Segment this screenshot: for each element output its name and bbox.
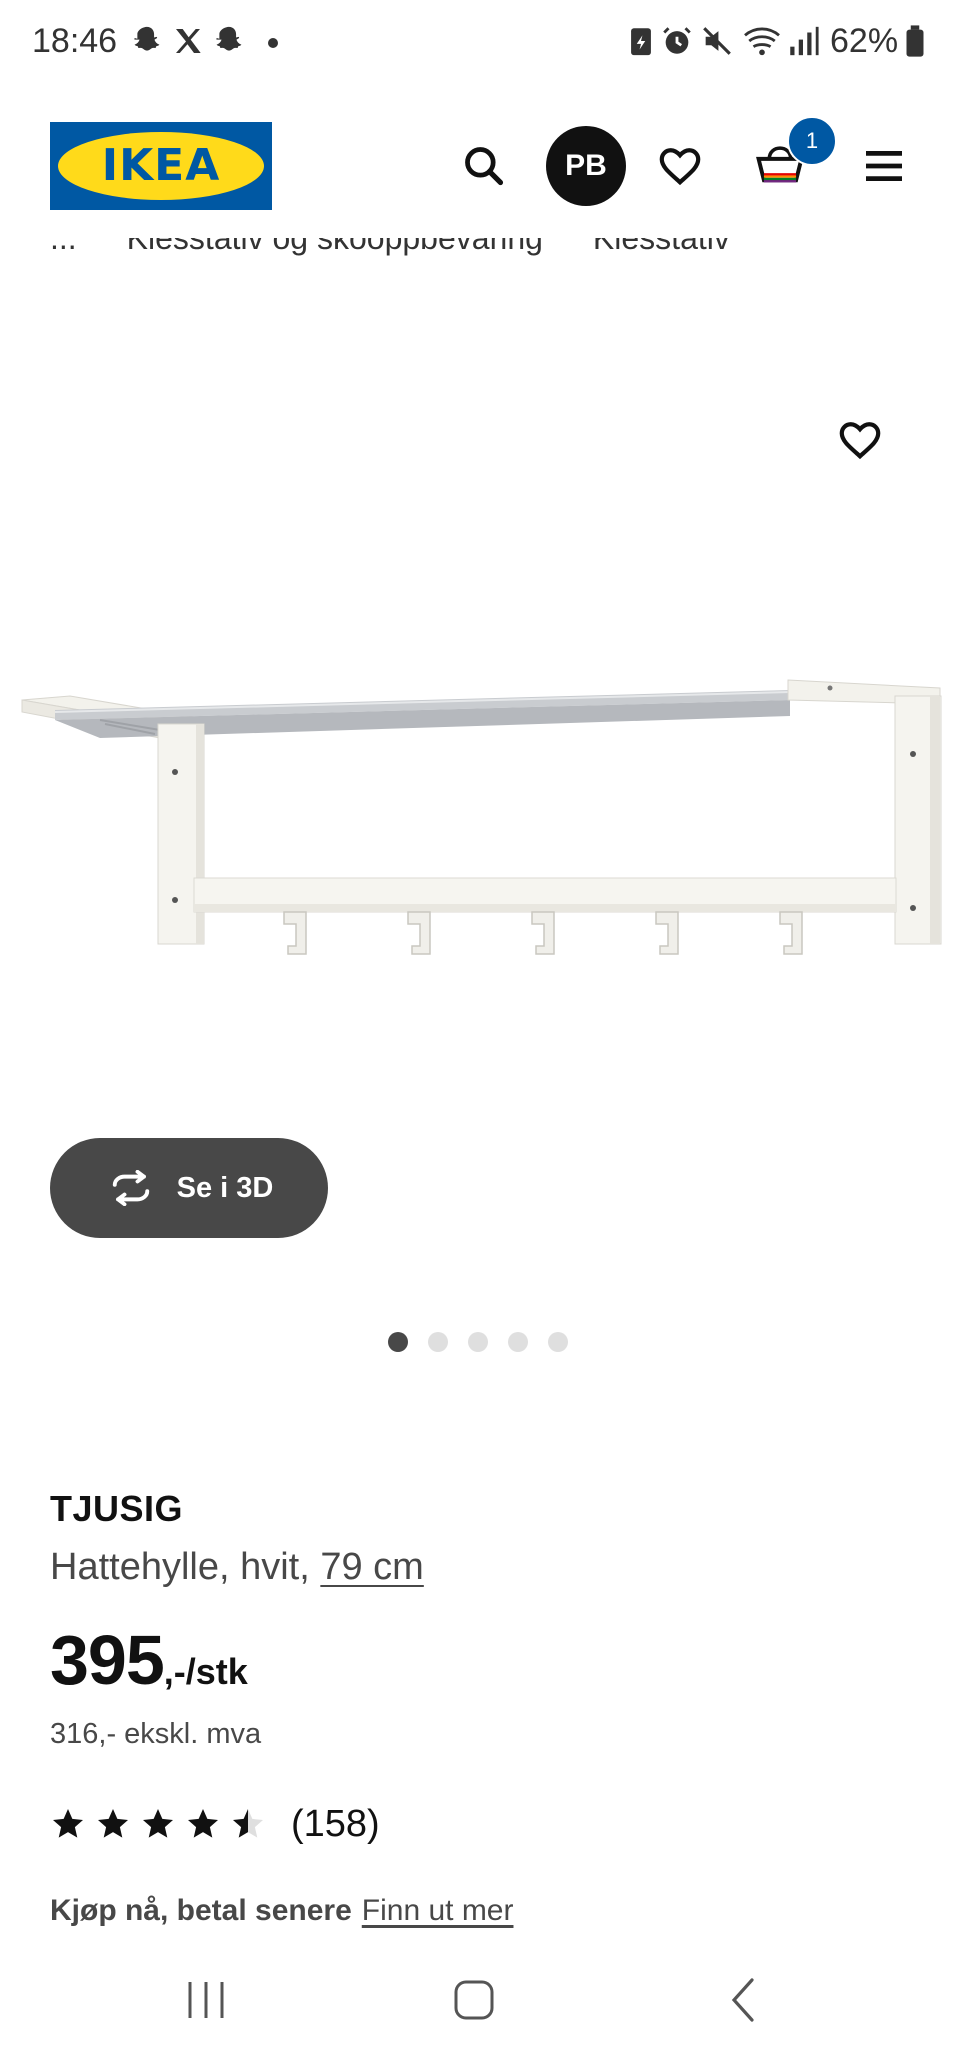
status-time: 18:46 xyxy=(32,22,118,60)
battery-percentage: 62% xyxy=(830,22,899,60)
bnpl-label: Kjøp nå, betal senere xyxy=(50,1894,352,1927)
add-to-wishlist-button[interactable] xyxy=(820,400,900,480)
breadcrumb-ellipsis[interactable]: ... xyxy=(50,238,77,256)
product-size-link[interactable]: 79 cm xyxy=(320,1546,423,1588)
product-type: Hattehylle, hvit, xyxy=(50,1546,321,1588)
heart-icon xyxy=(839,422,881,460)
star-icon xyxy=(188,1809,218,1838)
product-name: TJUSIG xyxy=(50,1488,184,1529)
mute-icon xyxy=(703,27,731,55)
search-button[interactable] xyxy=(444,126,524,206)
dot-icon xyxy=(268,38,278,48)
recents-icon[interactable] xyxy=(186,1978,226,2022)
star-icon xyxy=(53,1809,83,1838)
alarm-icon xyxy=(663,27,691,54)
snapchat-icon xyxy=(134,26,160,51)
image-carousel-indicator xyxy=(388,1332,568,1352)
view-in-3d-button[interactable]: Se i 3D xyxy=(50,1138,328,1238)
price-value: 395 xyxy=(50,1621,165,1699)
breadcrumb-item-klesstativ[interactable]: Klesstativ xyxy=(593,238,730,256)
product-description: Hattehylle, hvit, 79 cm xyxy=(50,1546,424,1589)
menu-icon xyxy=(866,151,902,181)
rotate-3d-icon xyxy=(112,1170,149,1206)
breadcrumb-item-klesstativ-og-skooppbevaring[interactable]: Klesstativ og skooppbevaring xyxy=(127,238,543,256)
carousel-dot[interactable] xyxy=(508,1332,528,1352)
price: 395,-/stk xyxy=(50,1620,248,1700)
avatar[interactable]: PB xyxy=(546,126,626,206)
cart-count-badge: 1 xyxy=(787,116,837,166)
ikea-logo[interactable]: IKEA xyxy=(50,122,272,210)
logo-text: IKEA xyxy=(101,140,221,191)
back-icon[interactable] xyxy=(726,1976,760,2024)
signal-icon xyxy=(790,26,819,56)
x-icon xyxy=(176,29,201,53)
star-icon xyxy=(98,1809,128,1838)
wifi-icon xyxy=(744,27,780,56)
wishlist-button[interactable] xyxy=(640,126,720,206)
rating-count[interactable]: (158) xyxy=(291,1803,380,1846)
carousel-dot[interactable] xyxy=(428,1332,448,1352)
carousel-dot[interactable] xyxy=(468,1332,488,1352)
heart-icon xyxy=(659,148,701,186)
system-navigation-bar xyxy=(0,1952,960,2059)
menu-button[interactable] xyxy=(844,126,924,206)
breadcrumb: ... Klesstativ og skooppbevaring Klesstati… xyxy=(0,238,960,276)
home-icon[interactable] xyxy=(452,1978,496,2022)
buy-now-pay-later: Kjøp nå, betal senere Finn ut mer xyxy=(50,1894,513,1928)
battery-icon xyxy=(906,25,924,57)
snapchat-icon xyxy=(216,26,242,51)
star-icon xyxy=(143,1809,173,1838)
search-icon xyxy=(465,147,504,186)
product-rating[interactable]: (158) xyxy=(50,1800,380,1848)
price-suffix: ,-/stk xyxy=(163,1651,248,1692)
carousel-dot[interactable] xyxy=(548,1332,568,1352)
bnpl-learn-more-link[interactable]: Finn ut mer xyxy=(362,1894,514,1927)
status-bar: 18:46 62% xyxy=(0,0,960,86)
half-star-icon xyxy=(233,1809,263,1838)
carousel-dot[interactable] xyxy=(388,1332,408,1352)
view-in-3d-label: Se i 3D xyxy=(176,1171,274,1204)
price-excl-vat: 316,- ekskl. mva xyxy=(50,1718,262,1750)
product-image[interactable] xyxy=(10,660,950,980)
battery-saver-icon xyxy=(631,28,651,56)
